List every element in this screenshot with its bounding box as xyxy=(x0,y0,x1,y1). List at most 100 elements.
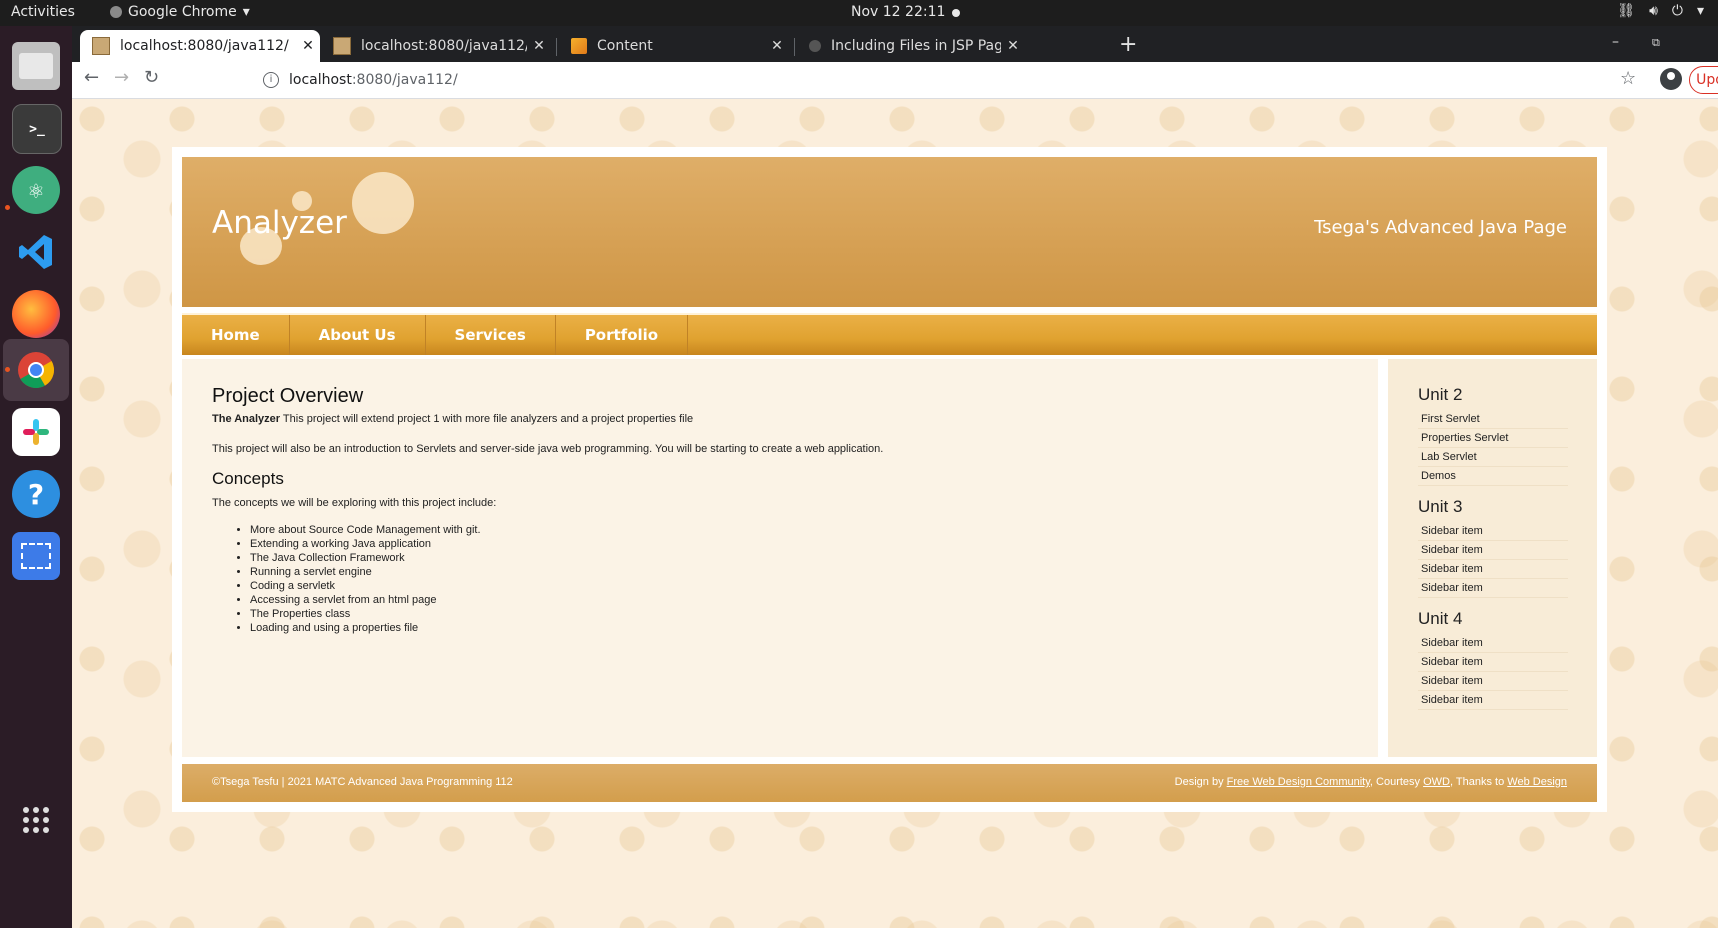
app-menu-label: Google Chrome xyxy=(128,4,237,20)
list-item: Extending a working Java application xyxy=(250,537,481,551)
sidebar-unit-3: Unit 3 Sidebar item Sidebar item Sidebar… xyxy=(1418,497,1568,598)
system-top-bar: Activities Google Chrome ▾ Nov 12 22:11 … xyxy=(0,0,1718,26)
web-design-link[interactable]: Web Design xyxy=(1507,776,1567,788)
sidebar-item[interactable]: Sidebar item xyxy=(1418,692,1568,710)
chrome-small-icon xyxy=(110,6,122,18)
screenshot-icon[interactable] xyxy=(12,532,60,580)
site-favicon-icon xyxy=(333,37,351,55)
concepts-heading: Concepts xyxy=(212,469,284,488)
sidebar-heading: Unit 4 xyxy=(1418,609,1463,628)
slack-icon[interactable] xyxy=(12,408,60,456)
copyright-text: ©Tsega Tesfu | 2021 MATC Advanced Java P… xyxy=(212,776,513,788)
page-wrapper: Analyzer Tsega's Advanced Java Page Home… xyxy=(172,147,1607,812)
servlet-paragraph: This project will also be an introductio… xyxy=(212,443,884,455)
sidebar-item[interactable]: Sidebar item xyxy=(1418,561,1568,579)
sidebar-item[interactable]: Sidebar item xyxy=(1418,673,1568,691)
chevron-down-icon: ▾ xyxy=(242,4,250,20)
sidebar-unit-4: Unit 4 Sidebar item Sidebar item Sidebar… xyxy=(1418,609,1568,710)
credit-text: , Thanks to xyxy=(1450,776,1508,788)
sidebar-item-lab-servlet[interactable]: Lab Servlet xyxy=(1418,449,1568,467)
nav-home[interactable]: Home xyxy=(182,315,290,355)
sidebar-item[interactable]: Sidebar item xyxy=(1418,635,1568,653)
sidebar-item[interactable]: Sidebar item xyxy=(1418,542,1568,560)
tab-including-files[interactable]: Including Files in JSP Pag ✕ xyxy=(797,30,1112,62)
site-header: Analyzer Tsega's Advanced Java Page xyxy=(182,157,1597,307)
list-item: More about Source Code Management with g… xyxy=(250,523,481,537)
tab-divider xyxy=(556,38,557,56)
content-favicon-icon xyxy=(571,38,587,54)
page-viewport: Analyzer Tsega's Advanced Java Page Home… xyxy=(72,99,1718,928)
sidebar-unit-2: Unit 2 First Servlet Properties Servlet … xyxy=(1418,385,1568,486)
system-menu[interactable]: ⛓ 🔊︎ ⏻ ▾ xyxy=(1617,3,1704,19)
nav-portfolio[interactable]: Portfolio xyxy=(556,315,689,355)
tab-label: Including Files in JSP Pag xyxy=(831,38,1001,54)
tab-label: localhost:8080/java112/ xyxy=(120,38,289,54)
nav-services[interactable]: Services xyxy=(426,315,556,355)
sidebar-item-demos[interactable]: Demos xyxy=(1418,468,1568,486)
site-logo[interactable]: Analyzer xyxy=(212,205,347,241)
list-item: The Properties class xyxy=(250,607,481,621)
profile-avatar-icon[interactable] xyxy=(1660,68,1682,90)
list-item: Coding a servletk xyxy=(250,579,481,593)
site-favicon-icon xyxy=(809,40,821,52)
url-path: :8080/java112/ xyxy=(351,72,458,88)
files-icon[interactable] xyxy=(12,42,60,90)
page-title: Project Overview xyxy=(212,385,364,407)
credit-text: Design by xyxy=(1174,776,1227,788)
chrome-icon[interactable] xyxy=(12,346,60,394)
back-arrow-icon[interactable]: ← xyxy=(84,67,99,88)
bookmark-star-icon[interactable]: ☆ xyxy=(1620,68,1636,89)
nav-about-us[interactable]: About Us xyxy=(290,315,426,355)
app-menu[interactable]: Google Chrome ▾ xyxy=(110,4,250,20)
close-icon[interactable]: ✕ xyxy=(1001,38,1025,54)
ink-splat-decoration xyxy=(352,172,414,234)
url-host: localhost xyxy=(289,72,352,88)
clock[interactable]: Nov 12 22:11 xyxy=(851,4,945,20)
close-icon[interactable]: ✕ xyxy=(765,38,789,54)
sidebar-item[interactable]: Sidebar item xyxy=(1418,523,1568,541)
close-icon[interactable]: ✕ xyxy=(527,38,551,54)
app-grid-icon[interactable] xyxy=(12,796,60,844)
firefox-icon[interactable] xyxy=(12,290,60,338)
tab-label: Content xyxy=(597,38,653,54)
url-text: localhost:8080/java112/ xyxy=(289,72,458,88)
tab-localhost-home[interactable]: localhost:8080/java112/ ✕ xyxy=(80,30,320,62)
close-icon[interactable]: ✕ xyxy=(296,38,320,54)
sidebar-item[interactable]: Sidebar item xyxy=(1418,580,1568,598)
update-button[interactable]: Update ⋮ xyxy=(1689,66,1718,94)
site-footer: ©Tsega Tesfu | 2021 MATC Advanced Java P… xyxy=(182,764,1597,802)
activities-button[interactable]: Activities xyxy=(11,4,75,20)
tab-localhost-page[interactable]: localhost:8080/java112/i ✕ xyxy=(321,30,551,62)
restore-icon[interactable]: ⧉ xyxy=(1652,36,1660,50)
terminal-icon[interactable]: >_ xyxy=(12,104,62,154)
concepts-intro: The concepts we will be exploring with t… xyxy=(212,497,497,509)
sidebar-item-first-servlet[interactable]: First Servlet xyxy=(1418,411,1568,429)
concepts-list: More about Source Code Management with g… xyxy=(212,523,481,635)
sidebar: Unit 2 First Servlet Properties Servlet … xyxy=(1388,359,1597,757)
network-icon: ⛓ xyxy=(1617,3,1636,19)
free-web-design-link[interactable]: Free Web Design Community xyxy=(1227,776,1370,788)
minimize-icon[interactable]: – xyxy=(1612,34,1619,50)
tab-divider xyxy=(794,38,795,56)
vscode-icon[interactable] xyxy=(12,228,60,276)
reload-icon[interactable]: ↻ xyxy=(144,67,159,88)
list-item: Running a servlet engine xyxy=(250,565,481,579)
address-bar[interactable]: i localhost:8080/java112/ xyxy=(255,64,1665,96)
tab-content[interactable]: Content ✕ xyxy=(559,30,789,62)
sidebar-item-properties-servlet[interactable]: Properties Servlet xyxy=(1418,430,1568,448)
design-credits: Design by Free Web Design Community, Cou… xyxy=(1175,776,1567,788)
forward-arrow-icon[interactable]: → xyxy=(114,67,129,88)
info-icon[interactable]: i xyxy=(263,72,279,88)
list-item: The Java Collection Framework xyxy=(250,551,481,565)
update-label: Update xyxy=(1696,72,1718,88)
owd-link[interactable]: OWD xyxy=(1423,776,1450,788)
sidebar-heading: Unit 3 xyxy=(1418,497,1463,516)
intro-paragraph: The Analyzer This project will extend pr… xyxy=(212,413,693,425)
new-tab-button[interactable]: + xyxy=(1119,32,1137,57)
atom-icon[interactable]: ⚛ xyxy=(12,166,60,214)
sidebar-item[interactable]: Sidebar item xyxy=(1418,654,1568,672)
power-icon: ⏻ xyxy=(1671,3,1683,19)
site-favicon-icon xyxy=(92,37,110,55)
help-icon[interactable]: ? xyxy=(12,470,60,518)
main-nav: Home About Us Services Portfolio xyxy=(182,313,1597,355)
